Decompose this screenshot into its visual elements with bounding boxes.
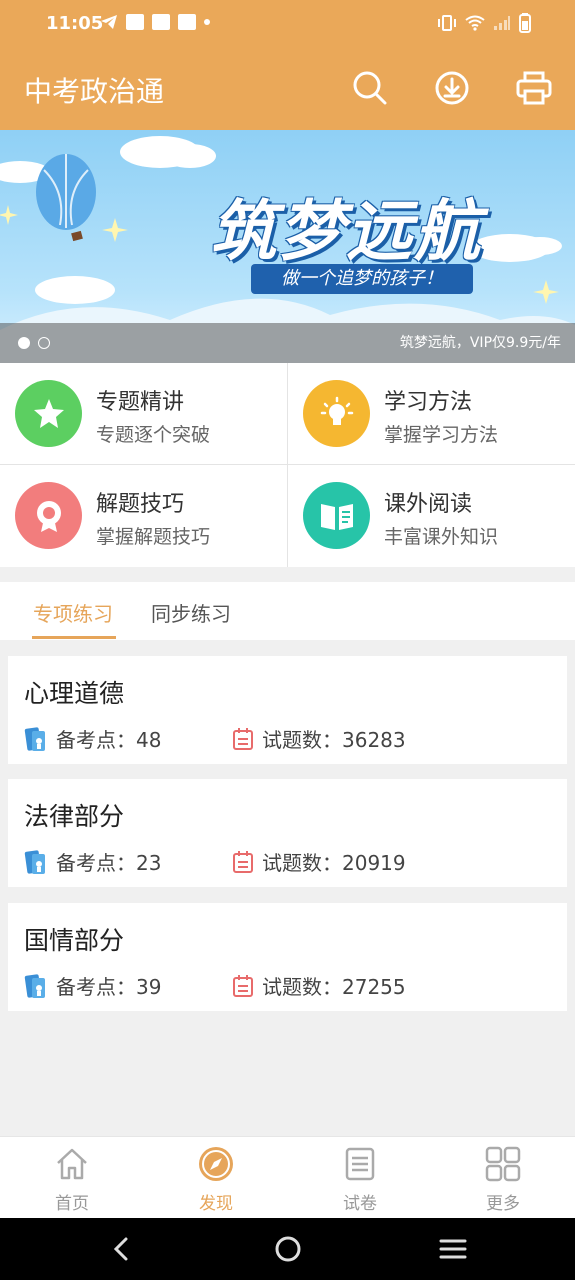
feature-subtitle: 掌握解题技巧 [96, 526, 211, 548]
list-item[interactable]: 心理道德 备考点：48 试题数：36283 [8, 656, 567, 764]
app-bar: 中考政治通 [0, 48, 575, 130]
grid-icon [485, 1146, 521, 1182]
tab-special-practice[interactable]: 专项练习 [33, 598, 113, 627]
banner-slogan: 做一个追梦的孩子！ [251, 264, 473, 294]
nav-discover[interactable]: 发现 [176, 1145, 256, 1214]
system-icons [437, 13, 531, 33]
question-count: 试题数：20919 [232, 847, 406, 876]
books-icon [24, 849, 45, 874]
compass-icon [199, 1147, 233, 1181]
question-count-label: 试题数：36283 [262, 728, 406, 752]
search-button[interactable] [350, 68, 390, 108]
question-count: 试题数：36283 [232, 724, 406, 753]
page-indicator-active [18, 337, 30, 349]
nav-label: 发现 [199, 1194, 233, 1214]
question-count-label: 试题数：27255 [262, 975, 406, 999]
battery-icon [519, 13, 531, 33]
medal-icon [36, 500, 61, 532]
feature-icon-circle [303, 380, 370, 447]
exam-points: 备考点：23 [24, 847, 161, 876]
feature-title: 解题技巧 [96, 492, 185, 517]
exam-points-label: 备考点：39 [56, 975, 162, 999]
mail-icon [126, 14, 144, 30]
feature-subtitle: 掌握学习方法 [384, 424, 499, 446]
star-icon [33, 398, 64, 428]
feature-title: 课外阅读 [384, 492, 473, 517]
page-indicator [38, 337, 50, 349]
search-icon [353, 71, 387, 105]
feature-title: 学习方法 [384, 390, 473, 415]
nav-home[interactable]: 首页 [32, 1145, 112, 1214]
list-item[interactable]: 法律部分 备考点：23 试题数：20919 [8, 779, 567, 887]
feature-subtitle: 专题逐个突破 [96, 424, 211, 446]
active-tab-indicator [32, 636, 116, 639]
download-button[interactable] [432, 68, 472, 108]
mail-icon [178, 14, 196, 30]
exam-points: 备考点：48 [24, 724, 161, 753]
app-title: 中考政治通 [24, 75, 165, 108]
nav-more[interactable]: 更多 [463, 1145, 543, 1214]
mail-icon [152, 14, 170, 30]
feature-icon-circle [15, 380, 82, 447]
exam-points-label: 备考点：48 [56, 728, 162, 752]
status-bar: 11:05 [0, 0, 575, 48]
feature-study-methods[interactable]: 学习方法 掌握学习方法 [288, 363, 575, 465]
exam-points: 备考点：39 [24, 971, 161, 1000]
feature-topic-lectures[interactable]: 专题精讲 专题逐个突破 [0, 363, 287, 465]
books-icon [24, 726, 45, 751]
banner-caption-bar: 筑梦远航，VIP仅9.9元/年 [0, 323, 575, 363]
home-icon [57, 1148, 87, 1180]
list-item[interactable]: 国情部分 备考点：39 试题数：27255 [8, 903, 567, 1011]
download-icon [435, 71, 469, 105]
question-count-label: 试题数：20919 [262, 851, 406, 875]
signal-icon [494, 16, 510, 30]
nav-label: 更多 [486, 1194, 520, 1214]
wifi-icon [465, 15, 485, 31]
feature-icon-circle [303, 482, 370, 549]
books-icon [24, 973, 45, 998]
back-icon[interactable] [106, 1234, 136, 1264]
recents-icon[interactable] [438, 1234, 468, 1264]
status-time: 11:05 [46, 13, 104, 34]
feature-icon-circle [15, 482, 82, 549]
lightbulb-icon [320, 396, 353, 425]
bottom-navigation: 首页 发现 试卷 更多 [0, 1136, 575, 1218]
calendar-icon [233, 727, 253, 750]
paper-icon [345, 1147, 375, 1181]
feature-problem-techniques[interactable]: 解题技巧 掌握解题技巧 [0, 465, 287, 567]
calendar-icon [233, 850, 253, 873]
feature-grid: 专题精讲 专题逐个突破 学习方法 掌握学习方法 解题技巧 掌握解题技巧 课外阅读… [0, 363, 575, 567]
nav-label: 试卷 [343, 1194, 377, 1214]
more-notifications-icon [204, 19, 210, 25]
print-button[interactable] [514, 68, 554, 108]
exam-points-label: 备考点：23 [56, 851, 162, 875]
tab-sync-practice[interactable]: 同步练习 [151, 598, 231, 627]
print-icon [516, 71, 552, 105]
vibrate-icon [438, 15, 456, 31]
calendar-icon [233, 974, 253, 997]
banner-caption: 筑梦远航，VIP仅9.9元/年 [399, 335, 561, 351]
home-button-icon[interactable] [273, 1234, 303, 1264]
feature-subtitle: 丰富课外知识 [384, 526, 499, 548]
nav-label: 首页 [55, 1194, 89, 1214]
feature-title: 专题精讲 [96, 390, 185, 415]
book-icon [320, 503, 353, 530]
card-title: 心理道德 [24, 679, 125, 708]
practice-tabs: 专项练习 同步练习 [0, 582, 575, 640]
banner-headline: 筑梦远航 [210, 193, 482, 270]
system-navigation-bar [0, 1218, 575, 1280]
feature-extra-reading[interactable]: 课外阅读 丰富课外知识 [288, 465, 575, 567]
promo-banner[interactable]: 筑梦远航 做一个追梦的孩子！ 筑梦远航，VIP仅9.9元/年 [0, 130, 575, 363]
notification-icons [100, 14, 210, 30]
question-count: 试题数：27255 [232, 971, 406, 1000]
card-title: 国情部分 [24, 926, 125, 955]
card-title: 法律部分 [24, 802, 125, 831]
nav-papers[interactable]: 试卷 [320, 1145, 400, 1214]
telegram-icon [101, 15, 117, 29]
